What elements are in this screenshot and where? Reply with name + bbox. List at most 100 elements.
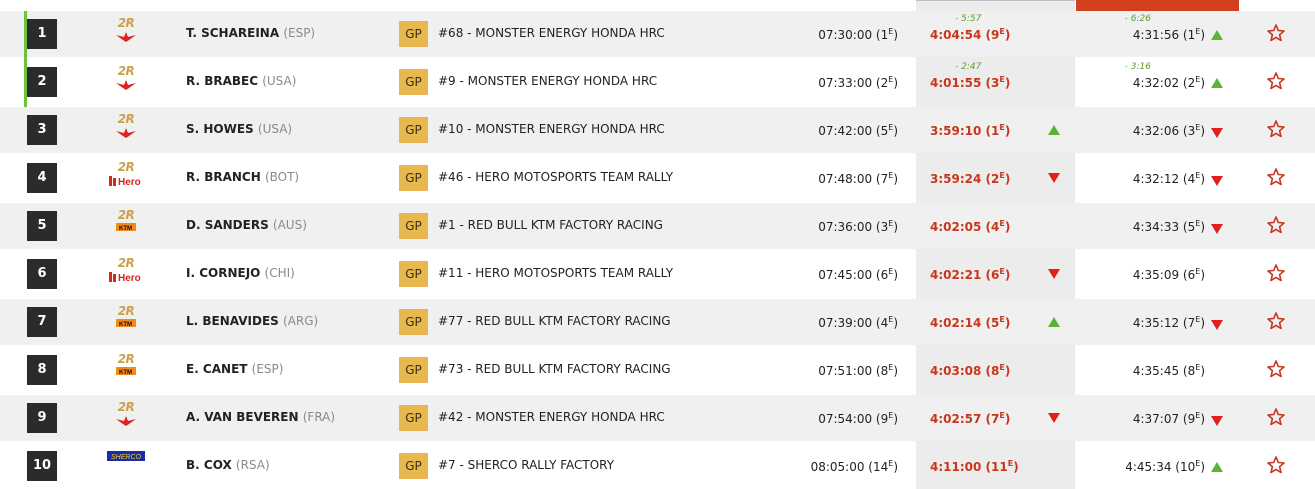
rider-name[interactable]: E. CANET (ESP) xyxy=(186,362,283,376)
class-badge: GP xyxy=(399,165,428,191)
stage-down-arrow-icon xyxy=(1048,173,1060,183)
stage-time: 4:01:55 (3E) xyxy=(930,75,1011,90)
overall-time: 4:32:06 (3E) xyxy=(1132,123,1205,138)
honda-wing-icon xyxy=(116,32,136,42)
team-name: #7 - SHERCO RALLY FACTORY xyxy=(438,458,615,472)
svg-text:KTM: KTM xyxy=(119,226,132,231)
table-row[interactable]: 8 2R KTM E. CANET (ESP) GP #73 - RED BULL KT… xyxy=(0,347,1315,393)
stage-time-value: 4:04:54 (9 xyxy=(930,28,1000,42)
favorite-star-icon[interactable] xyxy=(1266,167,1286,187)
start-time-value: 07:33:00 (2 xyxy=(818,76,889,90)
overall-time: 4:32:02 (2E) xyxy=(1132,75,1205,90)
stage-pos-sup: E xyxy=(999,411,1005,420)
team-logo: 2R KTM xyxy=(104,353,148,387)
rider-nationality: (ARG) xyxy=(282,314,319,328)
rank-badge: 1 xyxy=(27,19,57,49)
rider-label: R. BRANCH xyxy=(186,170,261,184)
rider-name[interactable]: A. VAN BEVEREN (FRA) xyxy=(186,410,335,424)
start-time: 07:42:00 (5E) xyxy=(818,123,898,138)
rider-label: B. COX xyxy=(186,458,232,472)
overall-pos-sup: E xyxy=(1195,267,1201,276)
rider-name[interactable]: I. CORNEJO (CHI) xyxy=(186,266,295,280)
team-name: #68 - MONSTER ENERGY HONDA HRC xyxy=(438,26,665,40)
stage-pos-sup: E xyxy=(999,123,1005,132)
start-time: 07:45:00 (6E) xyxy=(818,267,898,282)
rider-nationality: (ESP) xyxy=(283,26,316,40)
rider-name[interactable]: S. HOWES (USA) xyxy=(186,122,292,136)
start-time-value: 07:36:00 (3 xyxy=(818,220,889,234)
team-logo: 2R xyxy=(104,17,148,51)
team-logo: SHERCO xyxy=(104,449,148,483)
start-time-value: 07:30:00 (1 xyxy=(818,28,889,42)
start-pos-sup: E xyxy=(888,267,894,276)
stage-pos-sup: E xyxy=(999,315,1005,324)
class-badge: GP xyxy=(399,69,428,95)
favorite-star-icon[interactable] xyxy=(1266,455,1286,475)
table-row[interactable]: 4 2R Hero R. BRANCH (BOT) GP #46 - HERO MOTO… xyxy=(0,155,1315,201)
overall-time: 4:34:33 (5E) xyxy=(1132,219,1205,234)
favorite-star-icon[interactable] xyxy=(1266,119,1286,139)
rider-name[interactable]: T. SCHAREINA (ESP) xyxy=(186,26,315,40)
team-name: #46 - HERO MOTOSPORTS TEAM RALLY xyxy=(438,170,674,184)
stage-gap: - 2:47 xyxy=(955,62,982,72)
table-row[interactable]: 7 2R KTM L. BENAVIDES (ARG) GP #77 - RED BUL… xyxy=(0,299,1315,345)
rank-badge: 4 xyxy=(27,163,57,193)
team-logo: 2R xyxy=(104,65,148,99)
table-row[interactable]: 5 2R KTM D. SANDERS (AUS) GP #1 - RED BULL K… xyxy=(0,203,1315,249)
stage-pos-sup: E xyxy=(999,267,1005,276)
table-row[interactable]: 1 2R T. SCHAREINA (ESP) GP #68 - MONSTER EN… xyxy=(0,11,1315,59)
table-row[interactable]: 2 2R R. BRABEC (USA) GP #9 - MONSTER ENERGY… xyxy=(0,59,1315,107)
stage-time-value: 4:02:21 (6 xyxy=(930,268,1000,282)
stage-time: 4:02:57 (7E) xyxy=(930,411,1011,426)
table-row[interactable]: 3 2R S. HOWES (USA) GP #10 - MONSTER ENERGY… xyxy=(0,107,1315,153)
ktm-logo-icon: KTM xyxy=(116,319,136,327)
category-tag: 2R xyxy=(117,304,135,318)
favorite-star-icon[interactable] xyxy=(1266,215,1286,235)
rider-name[interactable]: R. BRANCH (BOT) xyxy=(186,170,299,184)
rider-name[interactable]: D. SANDERS (AUS) xyxy=(186,218,307,232)
stage-time-value: 4:02:57 (7 xyxy=(930,412,1000,426)
svg-text:KTM: KTM xyxy=(119,370,132,375)
table-row[interactable]: 6 2R Hero I. CORNEJO (CHI) GP #11 - HERO MOT… xyxy=(0,251,1315,297)
stage-time: 4:03:08 (8E) xyxy=(930,363,1011,378)
rank-badge: 6 xyxy=(27,259,57,289)
team-logo: 2R xyxy=(104,401,148,435)
favorite-star-icon[interactable] xyxy=(1266,359,1286,379)
honda-wing-icon xyxy=(116,416,136,426)
stage-time: 4:02:21 (6E) xyxy=(930,267,1011,282)
favorite-star-icon[interactable] xyxy=(1266,263,1286,283)
favorite-star-icon[interactable] xyxy=(1266,71,1286,91)
overall-pos-sup: E xyxy=(1195,411,1201,420)
stage-time: 4:02:14 (5E) xyxy=(930,315,1011,330)
rank-badge: 2 xyxy=(27,67,57,97)
team-logo: 2R Hero xyxy=(104,257,148,291)
table-row[interactable]: 9 2R A. VAN BEVEREN (FRA) GP #42 - MONSTER … xyxy=(0,395,1315,441)
favorite-star-icon[interactable] xyxy=(1266,23,1286,43)
category-tag: 2R xyxy=(117,208,135,222)
favorite-star-icon[interactable] xyxy=(1266,407,1286,427)
overall-time-value: 4:35:09 (6 xyxy=(1132,268,1196,282)
rider-nationality: (CHI) xyxy=(264,266,295,280)
stage-time-value: 4:11:00 (11 xyxy=(930,460,1008,474)
overall-down-arrow-icon xyxy=(1211,176,1223,186)
overall-time: 4:35:09 (6E) xyxy=(1132,267,1205,282)
overall-time: 4:35:45 (8E) xyxy=(1132,363,1205,378)
stage-time-value: 4:02:14 (5 xyxy=(930,316,1000,330)
rank-badge: 8 xyxy=(27,355,57,385)
favorite-star-icon[interactable] xyxy=(1266,311,1286,331)
overall-gap: - 3:16 xyxy=(1124,62,1151,72)
stage-time: 3:59:10 (1E) xyxy=(930,123,1011,138)
rider-name[interactable]: B. COX (RSA) xyxy=(186,458,270,472)
overall-pos-sup: E xyxy=(1195,75,1201,84)
stage-time: 3:59:24 (2E) xyxy=(930,171,1011,186)
rider-name[interactable]: R. BRABEC (USA) xyxy=(186,74,296,88)
category-tag: 2R xyxy=(117,64,135,78)
category-tag: 2R xyxy=(117,352,135,366)
start-time-value: 07:42:00 (5 xyxy=(818,124,889,138)
overall-up-arrow-icon xyxy=(1211,78,1223,88)
stage-pos-sup: E xyxy=(999,171,1005,180)
team-name: #73 - RED BULL KTM FACTORY RACING xyxy=(438,362,671,376)
table-row[interactable]: 10 SHERCO B. COX (RSA) GP #7 - SHERCO RALLY… xyxy=(0,443,1315,489)
overall-down-arrow-icon xyxy=(1211,416,1223,426)
rider-name[interactable]: L. BENAVIDES (ARG) xyxy=(186,314,318,328)
